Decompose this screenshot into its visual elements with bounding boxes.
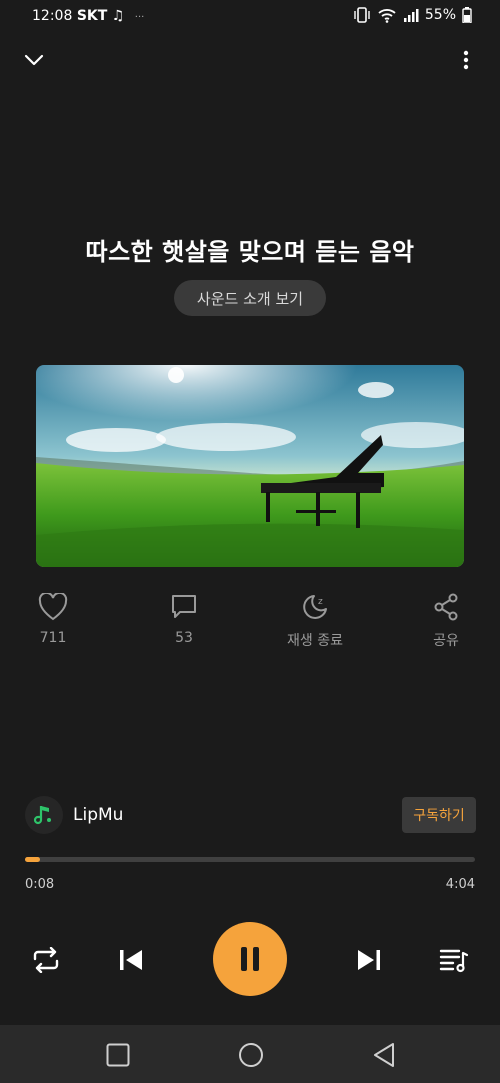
sleep-timer-icon: z [303,595,327,619]
lipmu-logo-icon [33,806,51,825]
share-icon [434,593,458,621]
comment-count: 53 [175,630,193,646]
status-icons: 55% [353,7,472,23]
home-button[interactable] [237,1041,265,1069]
subscribe-button[interactable]: 구독하기 [402,797,476,833]
next-track-button[interactable] [347,938,391,982]
current-time: 0:08 [25,877,55,892]
battery-icon [462,7,472,23]
progress-bar[interactable] [25,857,475,862]
like-count: 711 [39,630,67,646]
status-time-carrier: 12:08 SKT ♫ ··· [32,8,144,24]
share-label: 공유 [433,633,459,649]
music-note-icon: ♫ [111,8,125,24]
skip-previous-icon [120,950,142,970]
battery-percent: 55% [424,7,456,23]
track-title: 따스한 햇살을 맞으며 듣는 음악 [85,238,415,266]
status-time: 12:08 [32,8,73,24]
more-vertical-icon [463,50,469,70]
pause-button[interactable] [213,922,287,996]
more-options-button[interactable] [450,44,482,76]
progress-fill [25,857,40,862]
system-navigation-bar [0,1025,500,1083]
sleep-timer-label: 재생 종료 [287,633,343,649]
svg-text:z: z [318,597,323,607]
channel-info[interactable]: LipMu [25,796,123,834]
share-button[interactable]: 공유 [401,590,491,650]
sound-intro-button[interactable]: 사운드 소개 보기 [174,280,326,316]
collapse-player-button[interactable] [18,44,50,76]
pause-icon [241,947,259,971]
comment-icon [172,595,196,618]
chevron-down-icon [24,54,44,66]
vibrate-icon [354,7,370,23]
like-button[interactable]: 711 [8,590,98,646]
back-button[interactable] [370,1041,398,1069]
repeat-icon [33,947,59,973]
repeat-button[interactable] [24,938,68,982]
more-notifications-icon: ··· [134,12,145,23]
heart-icon [38,593,68,621]
home-icon [239,1043,263,1067]
skip-next-icon [358,950,380,970]
status-bar: 12:08 SKT ♫ ··· 55% [0,0,500,36]
previous-track-button[interactable] [109,938,153,982]
comment-button[interactable]: 53 [139,590,229,646]
album-artwork [36,365,464,567]
channel-name[interactable]: LipMu [73,805,123,825]
playlist-button[interactable] [432,938,476,982]
total-time: 4:04 [445,877,475,892]
recents-button[interactable] [104,1041,132,1069]
playlist-icon [439,949,469,973]
sleep-timer-button[interactable]: z 재생 종료 [270,590,360,650]
signal-icon [403,9,419,22]
wifi-icon [378,9,396,23]
artwork-image [36,365,464,567]
recents-icon [106,1043,130,1067]
status-carrier: SKT [76,8,108,24]
back-icon [374,1043,394,1067]
channel-avatar[interactable] [25,796,63,834]
